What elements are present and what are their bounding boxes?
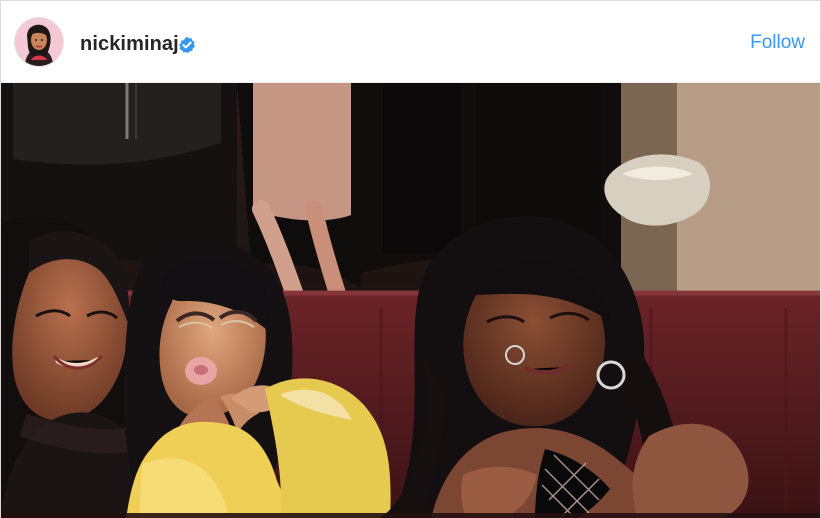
profile-avatar[interactable] xyxy=(15,18,63,66)
post-photo[interactable] xyxy=(1,83,820,518)
username-link[interactable]: nickiminaj xyxy=(80,32,179,56)
post-header: nickiminaj Follow xyxy=(1,1,820,83)
avatar-illustration xyxy=(15,18,63,66)
instagram-post: nickiminaj Follow xyxy=(0,0,821,518)
follow-button[interactable]: Follow xyxy=(750,31,805,55)
photo-image xyxy=(1,83,820,518)
verified-badge-icon xyxy=(178,36,196,54)
